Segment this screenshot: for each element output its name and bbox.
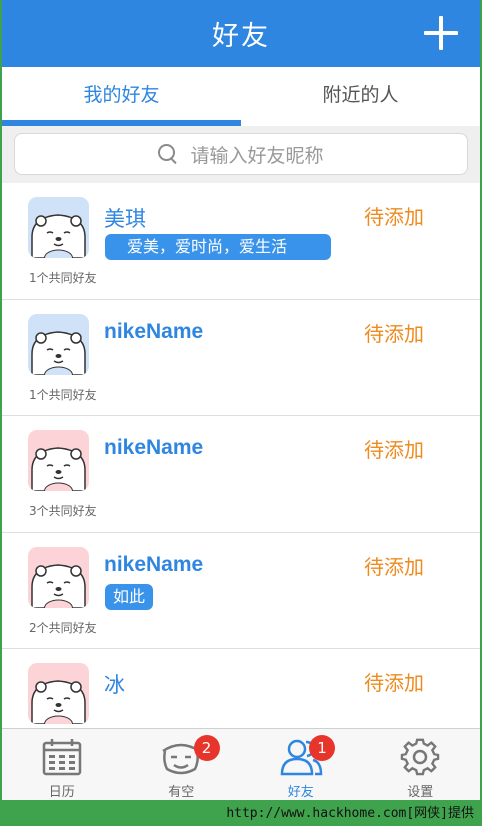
- signature-tag: 如此: [105, 583, 154, 610]
- bear-avatar[interactable]: [28, 663, 89, 724]
- page-title: 好友: [212, 21, 270, 52]
- pending-status[interactable]: 待添加: [364, 318, 424, 347]
- signature-tag: 爱美，爱时尚，爱生活: [105, 234, 331, 260]
- tabbar-item-friends[interactable]: 1 好友: [241, 729, 361, 800]
- search-placeholder: 请输入好友昵称: [190, 144, 324, 167]
- tab-nearby[interactable]: 附近的人: [241, 67, 480, 126]
- friend-name: nikeName: [104, 319, 204, 343]
- pending-status[interactable]: 待添加: [364, 667, 424, 696]
- tabbar-label: 有空: [168, 785, 195, 800]
- mutual-friends-count: 2个共同好友: [29, 620, 97, 635]
- tabbar-item-free[interactable]: 2 有空: [122, 729, 242, 800]
- site-watermark: http://www.hackhome.com[网侠]提供: [226, 806, 474, 821]
- calendar-icon: [42, 739, 81, 776]
- gear-icon: [401, 738, 440, 776]
- friend-row[interactable]: nikeName 待添加 1个共同好友: [2, 299, 480, 416]
- add-friend-button[interactable]: [424, 16, 458, 50]
- notification-badge: 1: [309, 735, 335, 761]
- nav-header: 好友: [2, 0, 480, 67]
- mutual-friends-count: 1个共同好友: [29, 271, 97, 285]
- friend-row[interactable]: nikeName 待添加 3个共同好友: [2, 416, 480, 533]
- friend-name: nikeName: [104, 552, 204, 576]
- mutual-friends-count: 3个共同好友: [29, 504, 97, 518]
- tabbar-label: 设置: [407, 785, 434, 800]
- bear-avatar[interactable]: [28, 313, 89, 375]
- search-area: 请输入好友昵称: [2, 126, 480, 183]
- pending-status[interactable]: 待添加: [364, 434, 424, 463]
- tabbar-item-settings[interactable]: 设置: [361, 729, 481, 800]
- bottom-tab-bar: 日历 2 有空 1 好友 设置: [2, 728, 480, 800]
- search-icon: [158, 144, 178, 164]
- bear-avatar[interactable]: [28, 197, 89, 258]
- friend-list: 美琪 待添加 爱美，爱时尚，爱生活 1个共同好友 nikeName 待添加 1个…: [2, 183, 480, 766]
- notification-badge: 2: [193, 735, 220, 761]
- app-frame: 好友 我的好友 附近的人 请输入好友昵称 美琪 待添加 爱美，爱时尚，爱生活 1…: [2, 0, 480, 800]
- search-input[interactable]: 请输入好友昵称: [14, 133, 468, 175]
- segment-tabs: 我的好友 附近的人: [2, 67, 480, 126]
- friend-name: 美琪: [104, 207, 146, 231]
- tabbar-item-calendar[interactable]: 日历: [2, 729, 122, 800]
- mutual-friends-count: 1个共同好友: [29, 387, 97, 402]
- bear-avatar[interactable]: [28, 546, 89, 608]
- tab-my-friends[interactable]: 我的好友: [2, 67, 241, 126]
- friend-name: nikeName: [104, 436, 204, 459]
- tabbar-label: 日历: [48, 785, 75, 800]
- pending-status[interactable]: 待添加: [364, 551, 424, 580]
- tabbar-label: 好友: [287, 785, 314, 800]
- pending-status[interactable]: 待添加: [364, 201, 424, 230]
- bear-avatar[interactable]: [28, 430, 89, 491]
- friend-row[interactable]: nikeName 待添加 如此 2个共同好友: [2, 532, 480, 649]
- friend-row[interactable]: 美琪 待添加 爱美，爱时尚，爱生活 1个共同好友: [2, 183, 480, 300]
- friend-name: 冰: [104, 673, 125, 697]
